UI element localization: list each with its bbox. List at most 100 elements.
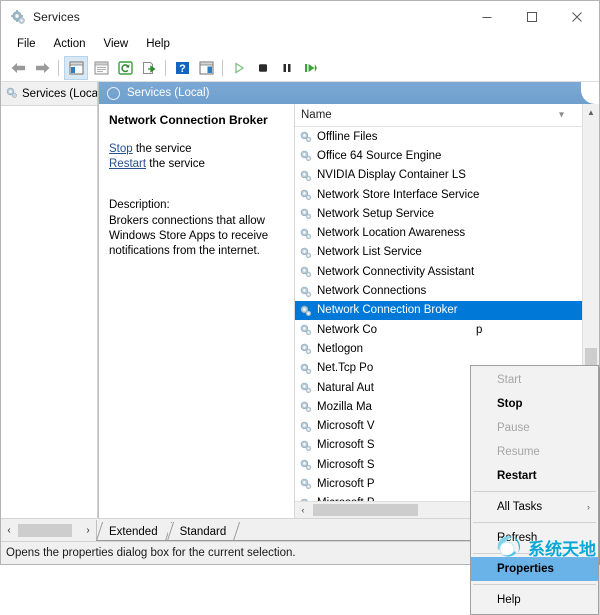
- service-name: Microsoft S: [317, 459, 375, 471]
- tree-horizontal-scrollbar[interactable]: ‹ ›: [1, 520, 97, 541]
- description-line-1: Brokers connections that allow: [109, 214, 284, 229]
- minimize-icon[interactable]: [464, 1, 509, 32]
- column-header-name[interactable]: Name ▾: [295, 104, 582, 127]
- tree-scroll-right-icon[interactable]: ›: [80, 525, 96, 536]
- tree-root-item[interactable]: Services (Loca: [1, 82, 97, 106]
- service-gear-icon: [299, 265, 312, 278]
- service-name: Network Connectivity Assistant: [317, 266, 474, 278]
- service-description: Description: Brokers connections that al…: [109, 198, 284, 259]
- table-row[interactable]: NVIDIA Display Container LS: [295, 166, 582, 185]
- show-hide-console-tree-icon[interactable]: [64, 56, 88, 80]
- menu-action[interactable]: Action: [45, 36, 95, 52]
- back-arrow-icon[interactable]: [7, 57, 29, 79]
- export-list-icon[interactable]: [90, 57, 112, 79]
- service-gear-icon: [299, 362, 312, 375]
- export-icon[interactable]: [138, 57, 160, 79]
- service-gear-icon: [299, 130, 312, 143]
- context-menu-item[interactable]: Help: [471, 588, 598, 612]
- table-row[interactable]: Network Connection Broker: [295, 301, 582, 320]
- context-menu-item[interactable]: All Tasks›: [471, 495, 598, 519]
- service-gear-icon: [299, 323, 312, 336]
- status-text: Opens the properties dialog box for the …: [6, 547, 296, 559]
- tab-standard[interactable]: Standard: [168, 523, 237, 541]
- table-row[interactable]: Network Connections: [295, 281, 582, 300]
- context-menu-item[interactable]: Refresh: [471, 526, 598, 550]
- help-icon[interactable]: ?: [171, 57, 193, 79]
- service-gear-icon: [299, 169, 312, 182]
- services-circle-icon: [107, 87, 120, 100]
- context-menu-item: Resume: [471, 440, 598, 464]
- table-row[interactable]: Network Cop: [295, 320, 582, 339]
- context-menu-item: Start: [471, 368, 598, 392]
- table-row[interactable]: Network List Service: [295, 243, 582, 262]
- svg-text:?: ?: [179, 63, 186, 75]
- service-gear-icon: [299, 381, 312, 394]
- table-row[interactable]: Network Store Interface Service: [295, 185, 582, 204]
- table-row[interactable]: Network Connectivity Assistant: [295, 262, 582, 281]
- forward-arrow-icon[interactable]: [31, 57, 53, 79]
- pane-header: Services (Local): [99, 82, 599, 104]
- column-header-label: Name: [301, 109, 332, 121]
- stop-service-line: Stop the service: [109, 143, 284, 155]
- context-menu-item-label: Resume: [497, 446, 540, 458]
- close-icon[interactable]: [554, 1, 599, 32]
- services-pane: Services (Local) Network Connection Brok…: [98, 82, 599, 518]
- selected-service-title: Network Connection Broker: [109, 113, 284, 127]
- service-gear-icon: [299, 400, 312, 413]
- scroll-left-arrow-icon[interactable]: ‹: [295, 505, 311, 515]
- tree-hscroll-track[interactable]: [17, 524, 80, 537]
- table-row[interactable]: Network Location Awareness: [295, 223, 582, 242]
- tree-body: [1, 106, 97, 518]
- pause-service-icon[interactable]: [276, 57, 298, 79]
- start-service-icon[interactable]: [228, 57, 250, 79]
- service-name: Microsoft S: [317, 439, 375, 451]
- service-gear-icon: [299, 207, 312, 220]
- service-gear-icon: [299, 285, 312, 298]
- context-menu-item[interactable]: Stop: [471, 392, 598, 416]
- tree-scroll-left-icon[interactable]: ‹: [1, 525, 17, 536]
- menu-separator: [473, 491, 596, 492]
- stop-service-suffix: the service: [133, 143, 192, 155]
- services-gear-icon-small: [5, 86, 18, 102]
- stop-service-link[interactable]: Stop: [109, 143, 133, 155]
- show-hide-action-pane-icon[interactable]: [195, 57, 217, 79]
- chevron-down-icon[interactable]: ▾: [559, 110, 564, 121]
- table-row[interactable]: Netlogon: [295, 339, 582, 358]
- menu-bar: File Action View Help: [1, 33, 599, 55]
- context-menu-item[interactable]: Restart: [471, 464, 598, 488]
- window-title: Services: [33, 10, 80, 24]
- service-name: Offline Files: [317, 131, 378, 143]
- service-gear-icon: [299, 342, 312, 355]
- restart-service-link[interactable]: Restart: [109, 158, 146, 170]
- context-menu-item-label: Restart: [497, 470, 537, 482]
- menu-help[interactable]: Help: [137, 36, 179, 52]
- table-row[interactable]: Office 64 Source Engine: [295, 146, 582, 165]
- description-line-2: Windows Store Apps to receive: [109, 229, 284, 244]
- service-gear-icon: [299, 477, 312, 490]
- restart-service-icon[interactable]: [300, 57, 322, 79]
- table-row[interactable]: Offline Files: [295, 127, 582, 146]
- tab-extended[interactable]: Extended: [97, 523, 168, 541]
- stop-service-icon[interactable]: [252, 57, 274, 79]
- table-row[interactable]: Network Setup Service: [295, 204, 582, 223]
- scroll-up-arrow-icon[interactable]: ▲: [583, 104, 599, 120]
- menu-separator: [473, 584, 596, 585]
- window-controls: [464, 1, 599, 32]
- title-bar: Services: [1, 1, 599, 33]
- service-name: Mozilla Ma: [317, 401, 372, 413]
- context-menu-item[interactable]: Properties: [471, 557, 598, 581]
- restart-service-line: Restart the service: [109, 158, 284, 170]
- menu-view[interactable]: View: [95, 36, 138, 52]
- tree-root-label: Services (Loca: [22, 88, 97, 100]
- context-menu-item-label: Help: [497, 594, 521, 606]
- description-line-3: notifications from the internet.: [109, 244, 284, 259]
- tree-hscroll-thumb[interactable]: [18, 524, 72, 537]
- tab-extended-label: Extended: [109, 526, 158, 538]
- menu-file[interactable]: File: [8, 36, 45, 52]
- context-menu-item-label: Refresh: [497, 532, 537, 544]
- maximize-icon[interactable]: [509, 1, 554, 32]
- hscroll-thumb[interactable]: [313, 504, 418, 516]
- service-name: Network Co: [317, 324, 377, 336]
- refresh-icon[interactable]: [114, 57, 136, 79]
- pane-header-title: Services (Local): [127, 87, 209, 99]
